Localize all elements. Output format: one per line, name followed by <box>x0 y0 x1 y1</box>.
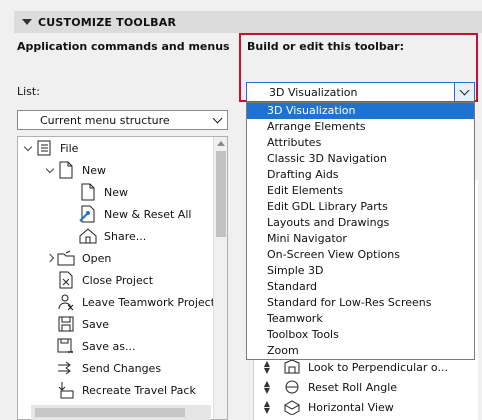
dropdown-option[interactable]: Toolbox Tools <box>247 327 474 343</box>
chevron-down-icon[interactable] <box>22 142 34 151</box>
list-select-value: Current menu structure <box>40 113 170 127</box>
tree-item-label: New & Reset All <box>104 207 192 221</box>
scroll-thumb[interactable] <box>216 151 226 237</box>
toolbar-select-value: 3D Visualization <box>269 85 358 99</box>
tree-item[interactable]: Close Project <box>44 269 153 291</box>
tree-item[interactable]: Save as... <box>44 335 135 357</box>
travel-pack-icon <box>56 380 76 400</box>
hscroll-thumb[interactable] <box>35 408 185 417</box>
tree-item[interactable]: New <box>66 181 128 203</box>
dropdown-option[interactable]: Standard for Low-Res Screens <box>247 295 474 311</box>
tree-item[interactable]: Send Changes <box>44 357 161 379</box>
dropdown-option[interactable]: Classic 3D Navigation <box>247 151 474 167</box>
tree-item-label: Recreate Travel Pack <box>82 383 196 397</box>
dropdown-option[interactable]: Drafting Aids <box>247 167 474 183</box>
dropdown-option[interactable]: On-Screen View Options <box>247 247 474 263</box>
toolbar-item[interactable]: ▲ ▼ Look to Perpendicular o... <box>262 357 448 377</box>
dropdown-option[interactable]: Standard <box>247 279 474 295</box>
toolbar-item-label: Reset Roll Angle <box>308 380 398 394</box>
tree-item-label: Send Changes <box>82 361 162 375</box>
dropdown-option[interactable]: Attributes <box>247 135 474 151</box>
toolbar-item[interactable]: ▲ ▼ Reset Roll Angle <box>262 377 397 397</box>
reorder-icon[interactable]: ▲ ▼ <box>262 380 272 395</box>
save-as-icon <box>56 336 76 356</box>
menu-list-icon <box>34 138 54 158</box>
tree-vertical-scrollbar[interactable] <box>213 137 227 419</box>
dropdown-option[interactable]: Mini Navigator <box>247 231 474 247</box>
customize-toolbar-header[interactable]: CUSTOMIZE TOOLBAR <box>14 11 482 33</box>
dropdown-option[interactable]: Teamwork <box>247 311 474 327</box>
tree-item-label: Leave Teamwork Project <box>82 295 216 309</box>
app-commands-heading: Application commands and menus <box>17 40 230 53</box>
collapse-triangle-icon[interactable] <box>22 19 32 25</box>
dropdown-option[interactable]: Layouts and Drawings <box>247 215 474 231</box>
toolbar-item[interactable]: ▲ ▼ Horizontal View <box>262 397 394 417</box>
leave-teamwork-icon <box>56 292 76 312</box>
tree-item[interactable]: New & Reset All <box>66 203 191 225</box>
chevron-down-icon[interactable] <box>454 83 474 101</box>
section-title: CUSTOMIZE TOOLBAR <box>38 15 177 29</box>
chevron-down-icon[interactable] <box>44 164 56 173</box>
share-icon <box>78 226 98 246</box>
chevron-down-icon[interactable] <box>207 111 227 129</box>
document-icon <box>56 160 76 180</box>
tree-item[interactable]: Share... <box>66 225 146 247</box>
tree-item-label: File <box>60 141 79 155</box>
tree-item[interactable]: New <box>44 159 106 181</box>
command-tree[interactable]: File New New New & Reset All Share... Open Clo… <box>17 136 228 420</box>
scroll-up-icon[interactable] <box>217 141 225 146</box>
tree-item-label: Save <box>82 317 110 331</box>
send-changes-icon <box>56 358 76 378</box>
chevron-right-icon[interactable] <box>44 253 56 263</box>
roll-angle-icon <box>282 378 302 396</box>
list-label: List: <box>17 85 40 98</box>
reorder-icon[interactable]: ▲ ▼ <box>262 400 272 415</box>
list-select[interactable]: Current menu structure <box>17 110 228 130</box>
tree-item-label: Close Project <box>82 273 154 287</box>
toolbar-item-label: Look to Perpendicular o... <box>308 360 448 374</box>
document-icon <box>78 182 98 202</box>
new-reset-icon <box>78 204 98 224</box>
tree-item[interactable]: File <box>22 137 78 159</box>
tree-item-label: New <box>82 163 106 177</box>
dropdown-option[interactable]: Arrange Elements <box>247 119 474 135</box>
dropdown-option[interactable]: 3D Visualization <box>247 103 474 119</box>
close-project-icon <box>56 270 76 290</box>
open-folder-icon <box>56 248 76 268</box>
toolbar-select[interactable]: 3D Visualization <box>246 82 475 102</box>
tree-item-label: Share... <box>104 229 147 243</box>
save-icon <box>56 314 76 334</box>
tree-item[interactable]: Recreate Travel Pack <box>44 379 196 401</box>
tree-item-label: Open <box>82 251 112 265</box>
reorder-icon[interactable]: ▲ ▼ <box>262 360 272 375</box>
dropdown-option[interactable]: Zoom <box>247 343 474 359</box>
dropdown-option[interactable]: Simple 3D <box>247 263 474 279</box>
tree-item[interactable]: Save <box>44 313 109 335</box>
horizontal-view-icon <box>282 398 302 416</box>
dropdown-option[interactable]: Edit Elements <box>247 183 474 199</box>
tree-item[interactable]: Leave Teamwork Project <box>44 291 215 313</box>
tree-horizontal-scrollbar[interactable] <box>31 405 211 420</box>
tree-item-label: New <box>104 185 128 199</box>
tree-item-label: Save as... <box>82 339 136 353</box>
toolbar-dropdown-list[interactable]: 3D Visualization Arrange Elements Attribut… <box>246 102 475 360</box>
perpendicular-icon <box>282 358 302 376</box>
toolbar-item-label: Horizontal View <box>308 400 394 414</box>
tree-item[interactable]: Open <box>44 247 111 269</box>
dropdown-option[interactable]: Edit GDL Library Parts <box>247 199 474 215</box>
